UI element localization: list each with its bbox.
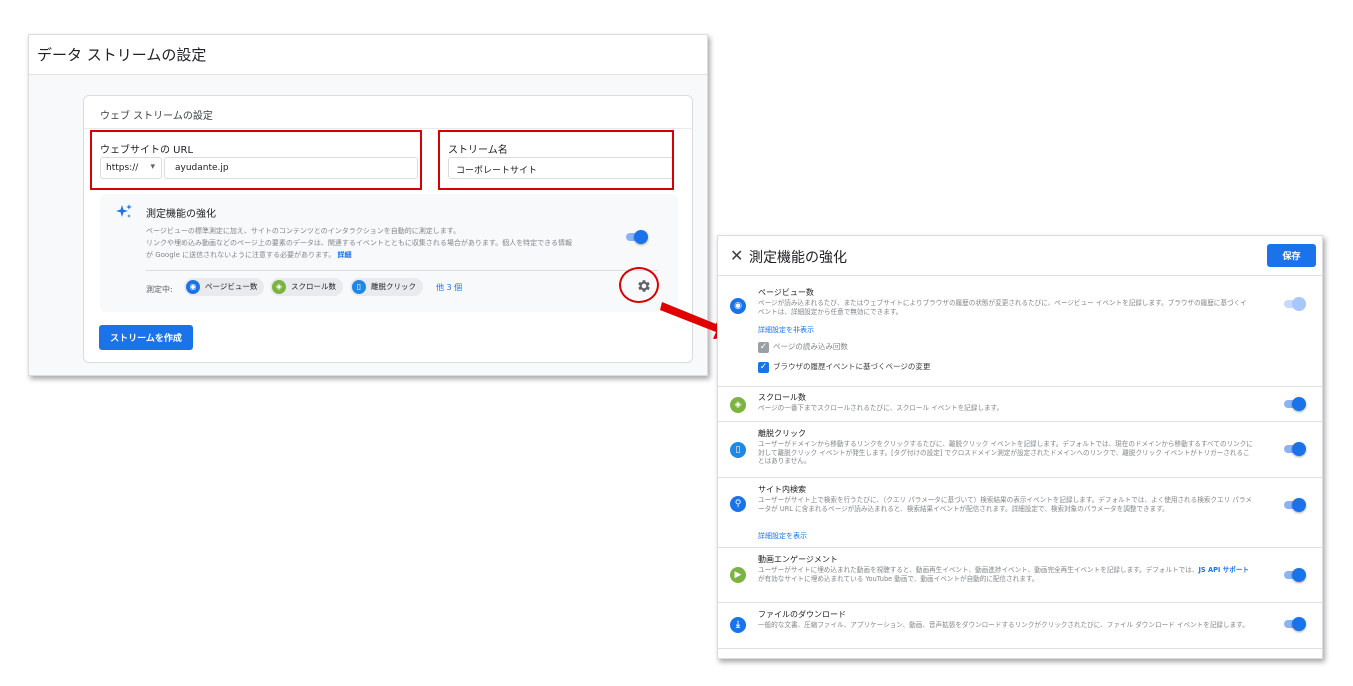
eye-icon: ◉ (186, 280, 200, 294)
mouse-icon: ▯ (730, 442, 746, 458)
setting-title: スクロール数 (758, 393, 806, 402)
divider (84, 128, 692, 129)
divider (146, 270, 658, 271)
page-title: データ ストリームの設定 (29, 35, 707, 75)
site-search-toggle[interactable] (1282, 498, 1306, 512)
page-views-toggle[interactable] (1282, 297, 1306, 311)
description-text: が Google に送信されないように注意する必要があります。 (146, 251, 336, 259)
chip-scrolls: ◈ スクロール数 (270, 278, 343, 296)
show-advanced-settings-link[interactable]: 詳細設定を表示 (758, 531, 807, 541)
highlight-frame-url (90, 130, 422, 190)
mouse-icon: ▯ (352, 280, 366, 294)
dialog-header: ✕ 測定機能の強化 保存 (718, 236, 1322, 276)
close-icon[interactable]: ✕ (730, 246, 743, 265)
setting-description: ユーザーがドメインから移動するリンクをクリックするたびに、離脱クリック イベント… (758, 440, 1253, 466)
scroll-icon: ◈ (272, 280, 286, 294)
details-link[interactable]: 詳細 (338, 251, 352, 259)
checkbox-label: ブラウザの履歴イベントに基づくページの変更 (773, 362, 931, 371)
checkbox-checked-icon: ✓ (758, 361, 769, 373)
measuring-label: 測定中: (146, 285, 173, 294)
checkbox-label: ページの読み込み回数 (773, 342, 848, 351)
js-api-support-link[interactable]: JS API サポート (1198, 566, 1249, 574)
video-engagement-toggle[interactable] (1282, 568, 1306, 582)
checkbox-page-loads[interactable]: ✓ ページの読み込み回数 (758, 341, 848, 353)
setting-description: ユーザーがサイト上で検索を行うたびに、（クエリ パラメータに基づいて）検索結果の… (758, 496, 1252, 513)
card-title: ウェブ ストリームの設定 (100, 111, 213, 122)
setting-description: ページの一番下までスクロールされるたびに、スクロール イベントを記録します。 (758, 404, 1004, 412)
sparkle-icon (116, 204, 132, 218)
chip-label: 離脱クリック (371, 282, 416, 291)
setting-site-search: ⚲ サイト内検索 ユーザーがサイト上で検索を行うたびに、（クエリ パラメータに基… (718, 478, 1322, 548)
checkbox-checked-icon: ✓ (758, 341, 769, 353)
create-stream-button[interactable]: ストリームを作成 (99, 325, 193, 350)
setting-page-views: ◉ ページビュー数 ページが読み込まれるたび、またはウェブサイトによりブラウザの… (718, 277, 1322, 387)
enhanced-measurement-toggle[interactable] (624, 230, 648, 244)
chip-label: ページビュー数 (205, 282, 258, 291)
description-line: ページビューの標準測定に加え、サイトのコンテンツとのインタラクションを自動的に測… (146, 227, 461, 235)
description-text: が有効なサイトに埋め込まれている YouTube 動画で、動画イベントが自動的に… (758, 574, 1039, 583)
scrolls-toggle[interactable] (1282, 397, 1306, 411)
setting-title: 動画エンゲージメント (758, 555, 838, 564)
enhanced-measurement-dialog: ✕ 測定機能の強化 保存 ◉ ページビュー数 ページが読み込まれるたび、またはウ… (717, 235, 1323, 659)
highlight-frame-stream-name (438, 130, 674, 190)
highlight-circle-gear (619, 267, 659, 303)
download-icon: ⤓ (730, 617, 746, 633)
chip-outbound-clicks: ▯ 離脱クリック (350, 278, 423, 296)
data-stream-settings-panel: データ ストリームの設定 ウェブ ストリームの設定 ウェブサイトの URL ht… (28, 34, 708, 376)
chip-page-views: ◉ ページビュー数 (184, 278, 265, 296)
setting-description: 一般的な文書、圧縮ファイル、アプリケーション、動画、音声拡張をダウンロードするリ… (758, 621, 1249, 629)
description-line: リンクや埋め込み動画などのページ上の要素のデータは、関連するイベントとともに収集… (146, 239, 573, 247)
checkbox-history-events[interactable]: ✓ ブラウザの履歴イベントに基づくページの変更 (758, 361, 930, 373)
setting-scrolls: ◈ スクロール数 ページの一番下までスクロールされるたびに、スクロール イベント… (718, 387, 1322, 422)
scroll-icon: ◈ (730, 397, 746, 413)
setting-video-engagement: ▶ 動画エンゲージメント ユーザーがサイトに埋め込まれた動画を視聴すると、動画再… (718, 548, 1322, 603)
setting-file-downloads: ⤓ ファイルのダウンロード 一般的な文書、圧縮ファイル、アプリケーション、動画、… (718, 603, 1322, 649)
eye-icon: ◉ (730, 298, 746, 314)
play-icon: ▶ (730, 567, 746, 583)
search-icon: ⚲ (730, 496, 746, 512)
setting-title: 離脱クリック (758, 429, 806, 438)
setting-title: ファイルのダウンロード (758, 610, 846, 619)
web-stream-settings-card: ウェブ ストリームの設定 ウェブサイトの URL https:// ▾ ayud… (83, 95, 693, 363)
setting-title: サイト内検索 (758, 485, 806, 494)
enhanced-measurement-section: 測定機能の強化 ページビューの標準測定に加え、サイトのコンテンツとのインタラクシ… (100, 194, 678, 312)
hide-advanced-settings-link[interactable]: 詳細設定を非表示 (758, 325, 814, 335)
outbound-clicks-toggle[interactable] (1282, 442, 1306, 456)
enhanced-measurement-description: ページビューの標準測定に加え、サイトのコンテンツとのインタラクションを自動的に測… (146, 225, 616, 261)
setting-outbound-clicks: ▯ 離脱クリック ユーザーがドメインから移動するリンクをクリックするたびに、離脱… (718, 422, 1322, 478)
setting-title: ページビュー数 (758, 288, 814, 297)
more-events-link[interactable]: 他 3 個 (436, 282, 462, 293)
setting-description: ユーザーがサイトに埋め込まれた動画を視聴すると、動画再生イベント、動画進捗イベン… (758, 566, 1253, 583)
setting-description: ページが読み込まれるたび、またはウェブサイトによりブラウザの履歴の状態が変更され… (758, 299, 1247, 316)
description-text: ユーザーがサイトに埋め込まれた動画を視聴すると、動画再生イベント、動画進捗イベン… (758, 566, 1199, 574)
save-button[interactable]: 保存 (1267, 244, 1316, 267)
description-line: が Google に送信されないように注意する必要があります。 詳細 (146, 249, 616, 261)
dialog-title: 測定機能の強化 (749, 250, 847, 266)
file-downloads-toggle[interactable] (1282, 617, 1306, 631)
enhanced-measurement-title: 測定機能の強化 (146, 209, 216, 220)
chip-label: スクロール数 (291, 282, 336, 291)
